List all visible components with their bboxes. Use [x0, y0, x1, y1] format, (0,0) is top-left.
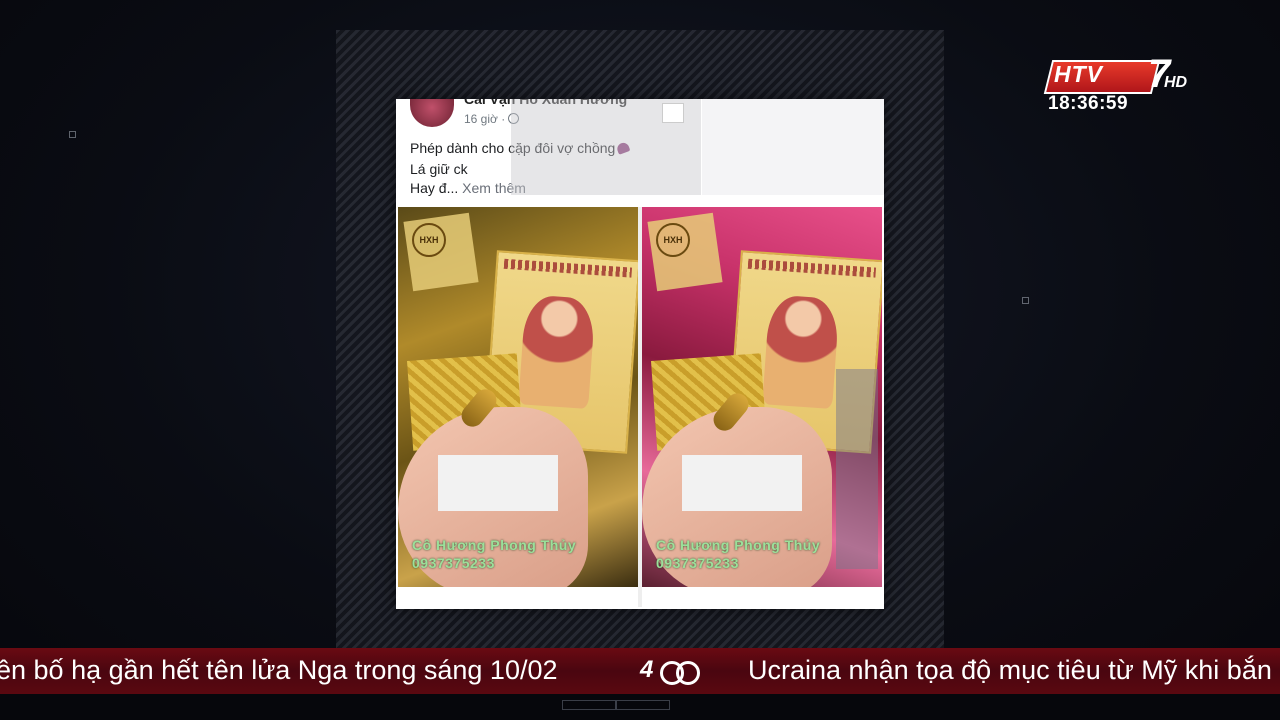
checkbox-square — [662, 103, 684, 123]
bottom-segment — [616, 700, 670, 710]
watermark-phone: 0937375233 — [412, 555, 495, 571]
white-overlay — [702, 99, 884, 195]
white-card — [438, 455, 558, 511]
ticker-text-right: Ucraina nhận tọa độ mục tiêu từ Mỹ khi b… — [748, 655, 1272, 685]
watermark-phone: 0937375233 — [656, 555, 739, 571]
amulet-figure — [762, 294, 840, 409]
amulet-script — [503, 258, 633, 278]
avatar — [410, 99, 454, 127]
post-time: 16 giờ · — [464, 112, 506, 126]
blur-overlay-side — [836, 369, 878, 569]
ticker-logo-icon: 4 — [640, 656, 700, 685]
decor-dot — [69, 131, 76, 138]
post-text-line-3: Hay đ... Xem thêm — [410, 180, 526, 196]
decor-dot — [1022, 297, 1029, 304]
post-photo-left[interactable]: HXH Cô Hương Phong Thủy 0937375233 — [398, 207, 638, 587]
post-text-line-2: Lá giữ ck — [410, 161, 468, 177]
ticker-logo-digit: 4 — [640, 656, 654, 683]
channel-logo: HTV 7 HD — [1043, 52, 1198, 96]
brand-logo: HXH — [412, 223, 446, 257]
broadcast-clock: 18:36:59 — [1048, 93, 1129, 114]
ticker-text-left: ên bố hạ gần hết tên lửa Nga trong sáng … — [0, 655, 558, 685]
news-ticker: ên bố hạ gần hết tên lửa Nga trong sáng … — [0, 648, 1280, 694]
brand-logo: HXH — [656, 223, 690, 257]
bottom-segment — [562, 700, 616, 710]
post-line-3-text: Hay đ... — [410, 180, 459, 196]
watermark-text: Cô Hương Phong Thủy — [656, 537, 821, 553]
white-card — [682, 455, 802, 511]
facebook-post-card: Cai Vạn Hồ Xuân Hương 16 giờ · Phép dành… — [396, 99, 884, 609]
logo-hd-badge: HD — [1164, 74, 1188, 91]
logo-channel-name: HTV — [1054, 61, 1103, 87]
ticker-logo-ring — [676, 661, 700, 685]
watermark-text: Cô Hương Phong Thủy — [412, 537, 577, 553]
amulet-script — [747, 258, 877, 278]
amulet-figure — [518, 294, 596, 409]
